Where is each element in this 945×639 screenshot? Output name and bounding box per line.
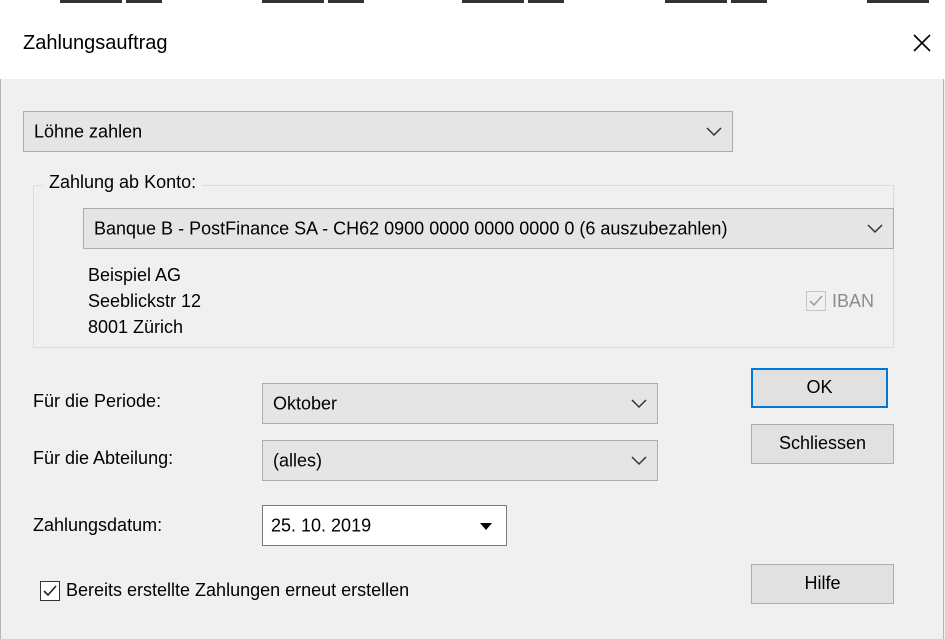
address-line1: Beispiel AG	[88, 265, 182, 285]
department-label: Für die Abteilung:	[33, 448, 174, 468]
address-line2: Seeblickstr 12	[88, 291, 202, 311]
recreate-label: Bereits erstellte Zahlungen erneut erste…	[66, 580, 410, 600]
close-button[interactable]: Schliessen	[751, 424, 894, 464]
background-window-strip	[0, 0, 945, 8]
iban-label: IBAN	[832, 291, 875, 311]
background-mark	[262, 0, 324, 3]
background-mark	[528, 0, 564, 3]
department-select-value: (alles)	[273, 450, 323, 470]
ok-button-label: OK	[806, 377, 833, 398]
dialog-title: Zahlungsauftrag	[23, 32, 168, 54]
account-select[interactable]: Banque B - PostFinance SA - CH62 0900 00…	[83, 208, 894, 249]
ok-button[interactable]: OK	[751, 368, 888, 408]
job-select-value: Löhne zahlen	[34, 121, 143, 141]
title-bar: Zahlungsauftrag	[0, 8, 945, 79]
period-select-value: Oktober	[273, 393, 338, 413]
background-mark	[462, 0, 524, 3]
account-group-label: Zahlung ab Konto:	[43, 172, 203, 193]
chevron-down-icon	[631, 398, 647, 408]
checkmark-icon	[43, 585, 57, 597]
help-button[interactable]: Hilfe	[751, 564, 894, 604]
job-select[interactable]: Löhne zahlen	[23, 111, 733, 152]
background-mark	[867, 0, 929, 3]
payment-date-label: Zahlungsdatum:	[33, 515, 163, 535]
period-select[interactable]: Oktober	[262, 383, 658, 424]
chevron-down-icon	[867, 223, 883, 233]
chevron-down-icon	[706, 126, 722, 136]
account-select-value: Banque B - PostFinance SA - CH62 0900 00…	[94, 218, 728, 238]
iban-checkbox[interactable]	[806, 291, 826, 311]
background-mark	[731, 0, 767, 3]
department-select[interactable]: (alles)	[262, 440, 658, 481]
recreate-checkbox[interactable]	[40, 581, 60, 601]
chevron-down-icon	[631, 455, 647, 465]
help-button-label: Hilfe	[804, 573, 841, 594]
background-mark	[126, 0, 162, 3]
background-mark	[328, 0, 364, 3]
checkmark-icon	[809, 295, 823, 307]
address-line3: 8001 Zürich	[88, 317, 184, 337]
close-icon[interactable]	[909, 30, 935, 56]
background-mark	[665, 0, 727, 3]
payment-date-picker[interactable]: 25. 10. 2019	[262, 505, 507, 546]
period-label: Für die Periode:	[33, 391, 162, 411]
dropdown-arrow-icon[interactable]	[480, 523, 492, 530]
background-mark	[60, 0, 122, 3]
payment-date-value: 25. 10. 2019	[271, 515, 372, 535]
close-button-label: Schliessen	[778, 433, 867, 454]
